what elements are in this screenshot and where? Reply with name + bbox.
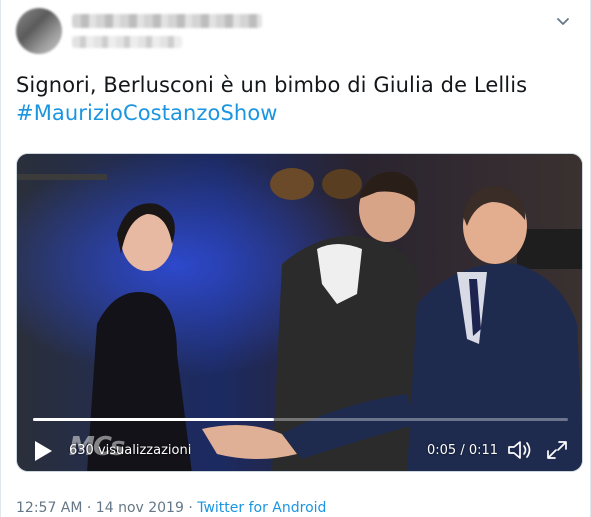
hashtag-link[interactable]: #MaurizioCostanzoShow — [16, 99, 576, 127]
video-time: 0:05 / 0:11 — [427, 443, 499, 458]
fullscreen-icon[interactable] — [545, 439, 569, 461]
tweet-timestamp[interactable]: 12:57 AM · 14 nov 2019 — [16, 500, 184, 516]
tweet-header — [16, 8, 576, 56]
volume-icon[interactable] — [507, 439, 533, 461]
tweet-meta: 12:57 AM · 14 nov 2019 · Twitter for And… — [16, 500, 326, 516]
chevron-down-icon[interactable] — [554, 12, 572, 30]
view-count: 630 visualizzazioni — [69, 443, 192, 458]
author-name-blurred[interactable] — [72, 14, 262, 28]
tweet-text-line: Signori, Berlusconi è un bimbo di Giulia… — [16, 73, 528, 97]
video-player[interactable]: MCs 630 visualizzazioni 0:05 / 0:11 — [16, 153, 583, 472]
tweet-source-link[interactable]: Twitter for Android — [197, 500, 326, 516]
progress-fill — [33, 418, 274, 421]
video-frame — [17, 154, 582, 471]
author-handle-blurred[interactable] — [72, 36, 182, 48]
play-icon[interactable] — [33, 440, 53, 462]
avatar[interactable] — [16, 8, 62, 54]
tweet-text: Signori, Berlusconi è un bimbo di Giulia… — [16, 71, 576, 127]
tweet-card: Signori, Berlusconi è un bimbo di Giulia… — [0, 0, 591, 517]
meta-separator: · — [183, 500, 198, 516]
progress-bar[interactable] — [33, 418, 568, 421]
